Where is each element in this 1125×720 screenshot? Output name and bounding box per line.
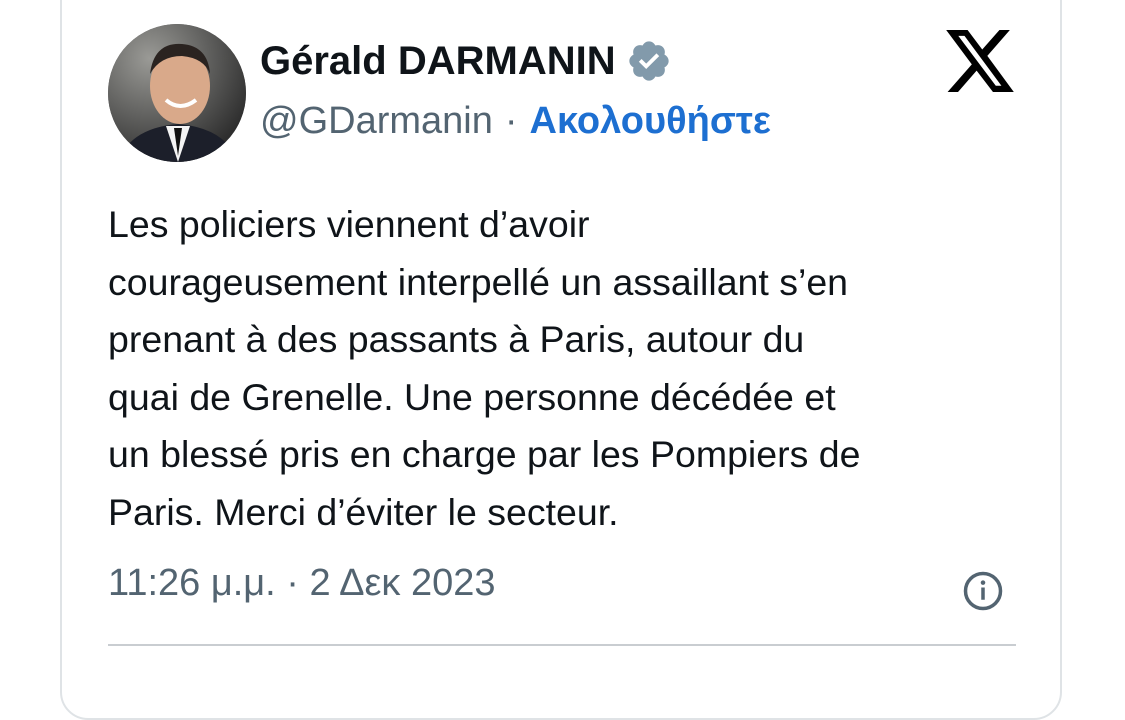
tweet-text-line: prenant à des passants à Paris, autour d… xyxy=(108,318,805,360)
tweet-time: 11:26 μ.μ. xyxy=(108,562,276,604)
avatar-image xyxy=(108,24,246,162)
info-icon[interactable] xyxy=(962,570,1004,612)
tweet-text-line: courageusement interpellé un assaillant … xyxy=(108,260,849,303)
x-logo-icon[interactable] xyxy=(946,30,1014,92)
author-name[interactable]: Gérald DARMANIN xyxy=(260,39,616,84)
author-name-row[interactable]: Gérald DARMANIN xyxy=(260,38,672,84)
tweet-date: 2 Δεκ 2023 xyxy=(309,562,496,604)
verified-badge-icon xyxy=(626,38,672,84)
tweet-text-line: Paris. Merci d’éviter le secteur. xyxy=(108,490,619,533)
follow-link[interactable]: Ακολουθήστε xyxy=(530,100,771,142)
tweet-text: Les policiers viennent d’avoir courageus… xyxy=(108,196,1028,541)
divider xyxy=(108,644,1016,646)
handle-separator: · xyxy=(504,100,518,142)
tweet-text-line: Les policiers viennent d’avoir xyxy=(108,203,590,245)
handle-line: @GDarmanin · Ακολουθήστε xyxy=(260,100,771,143)
tweet-timestamp[interactable]: 11:26 μ.μ. · 2 Δεκ 2023 xyxy=(108,562,496,605)
tweet-text-line: quai de Grenelle. Une personne décédée e… xyxy=(108,375,836,418)
meta-separator: · xyxy=(286,562,299,604)
tweet-text-line: un blessé pris en charge par les Pompier… xyxy=(108,433,861,475)
avatar[interactable] xyxy=(108,24,246,162)
author-handle[interactable]: @GDarmanin xyxy=(260,100,493,142)
